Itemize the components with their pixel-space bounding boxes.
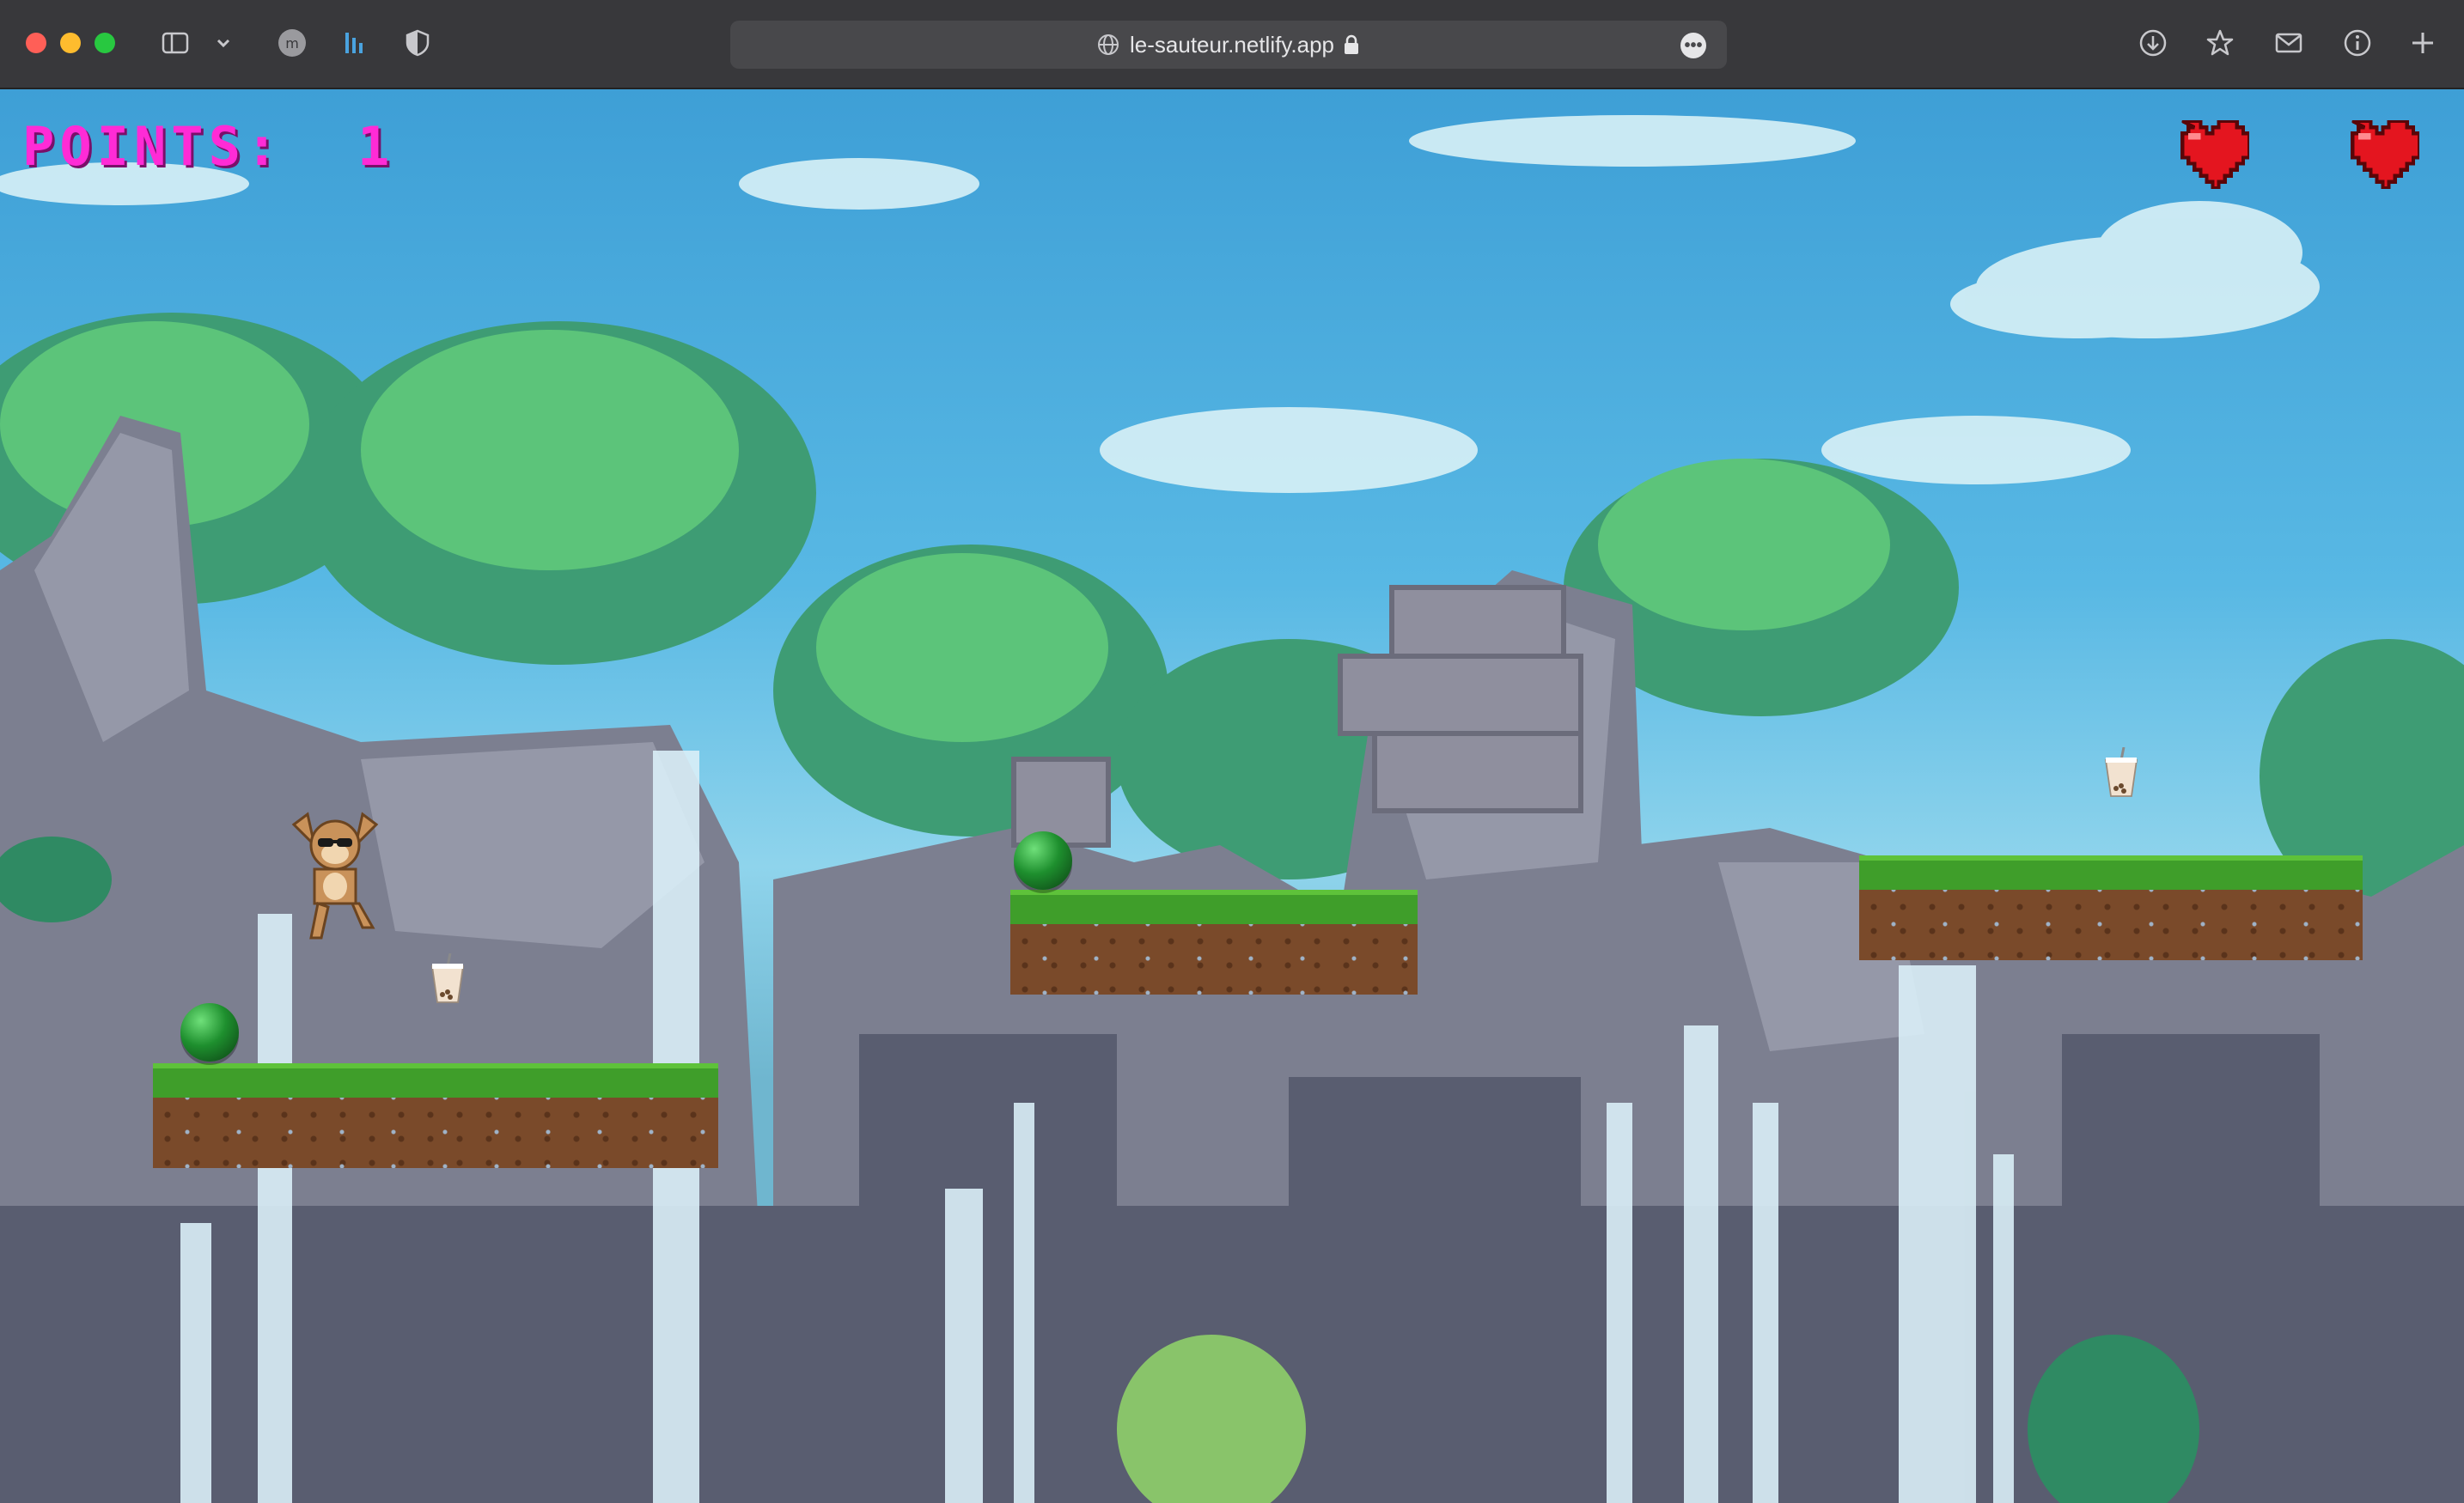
green-orb-enemy <box>180 1003 239 1062</box>
green-orb-enemy <box>1014 831 1072 890</box>
download-icon[interactable] <box>2136 26 2170 60</box>
grass-platform <box>1010 890 1418 995</box>
shield-icon[interactable] <box>400 26 435 60</box>
address-bar[interactable]: le-sauteur.netlify.app ••• <box>730 21 1727 69</box>
profile-icon[interactable]: m <box>275 26 309 60</box>
chevron-down-icon[interactable] <box>206 26 241 60</box>
life-heart-icon <box>2351 120 2419 189</box>
mail-icon[interactable] <box>2272 26 2306 60</box>
game-canvas[interactable]: POINTS: 1 <box>0 89 2464 1503</box>
bubble-tea-icon <box>2104 747 2138 797</box>
plus-icon[interactable] <box>2406 26 2440 60</box>
jungle-background <box>0 115 2464 1503</box>
monkey-player <box>291 812 379 940</box>
svg-text:m: m <box>285 35 299 52</box>
close-window-button[interactable] <box>26 33 46 53</box>
lock-icon <box>1345 34 1358 54</box>
sidebar-icon[interactable] <box>158 26 192 60</box>
browser-toolbar: m le-sauteur.netlify.app ••• <box>0 0 2464 89</box>
url-text: le-sauteur.netlify.app <box>1130 31 1334 58</box>
star-icon[interactable] <box>2203 26 2237 60</box>
info-icon[interactable] <box>2340 26 2375 60</box>
globe-icon <box>1098 34 1119 55</box>
page-menu-icon[interactable]: ••• <box>1680 33 1706 58</box>
zoom-window-button[interactable] <box>95 33 115 53</box>
points-counter: POINTS: 1 <box>22 115 395 178</box>
grass-platform <box>153 1063 718 1168</box>
life-heart-icon <box>2180 120 2249 189</box>
grass-platform <box>1859 855 2363 960</box>
bubble-tea-icon <box>430 953 465 1003</box>
bar-chart-icon[interactable] <box>337 26 371 60</box>
minimize-window-button[interactable] <box>60 33 81 53</box>
